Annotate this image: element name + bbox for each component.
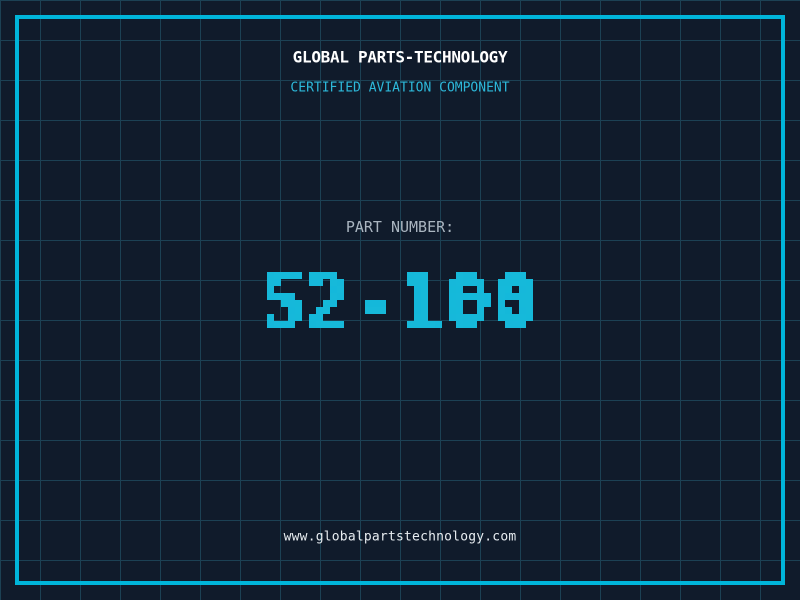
part-number-value: 52-100 bbox=[0, 258, 800, 349]
website-url: www.globalpartstechnology.com bbox=[283, 529, 517, 545]
company-title: GLOBAL PARTS-TECHNOLOGY bbox=[292, 47, 508, 67]
part-number-canvas bbox=[253, 258, 547, 349]
certification-subtitle: CERTIFIED AVIATION COMPONENT bbox=[290, 80, 510, 96]
certificate-card: GLOBAL PARTS-TECHNOLOGY CERTIFIED AVIATI… bbox=[0, 0, 800, 600]
part-number-label: PART NUMBER: bbox=[345, 218, 455, 236]
